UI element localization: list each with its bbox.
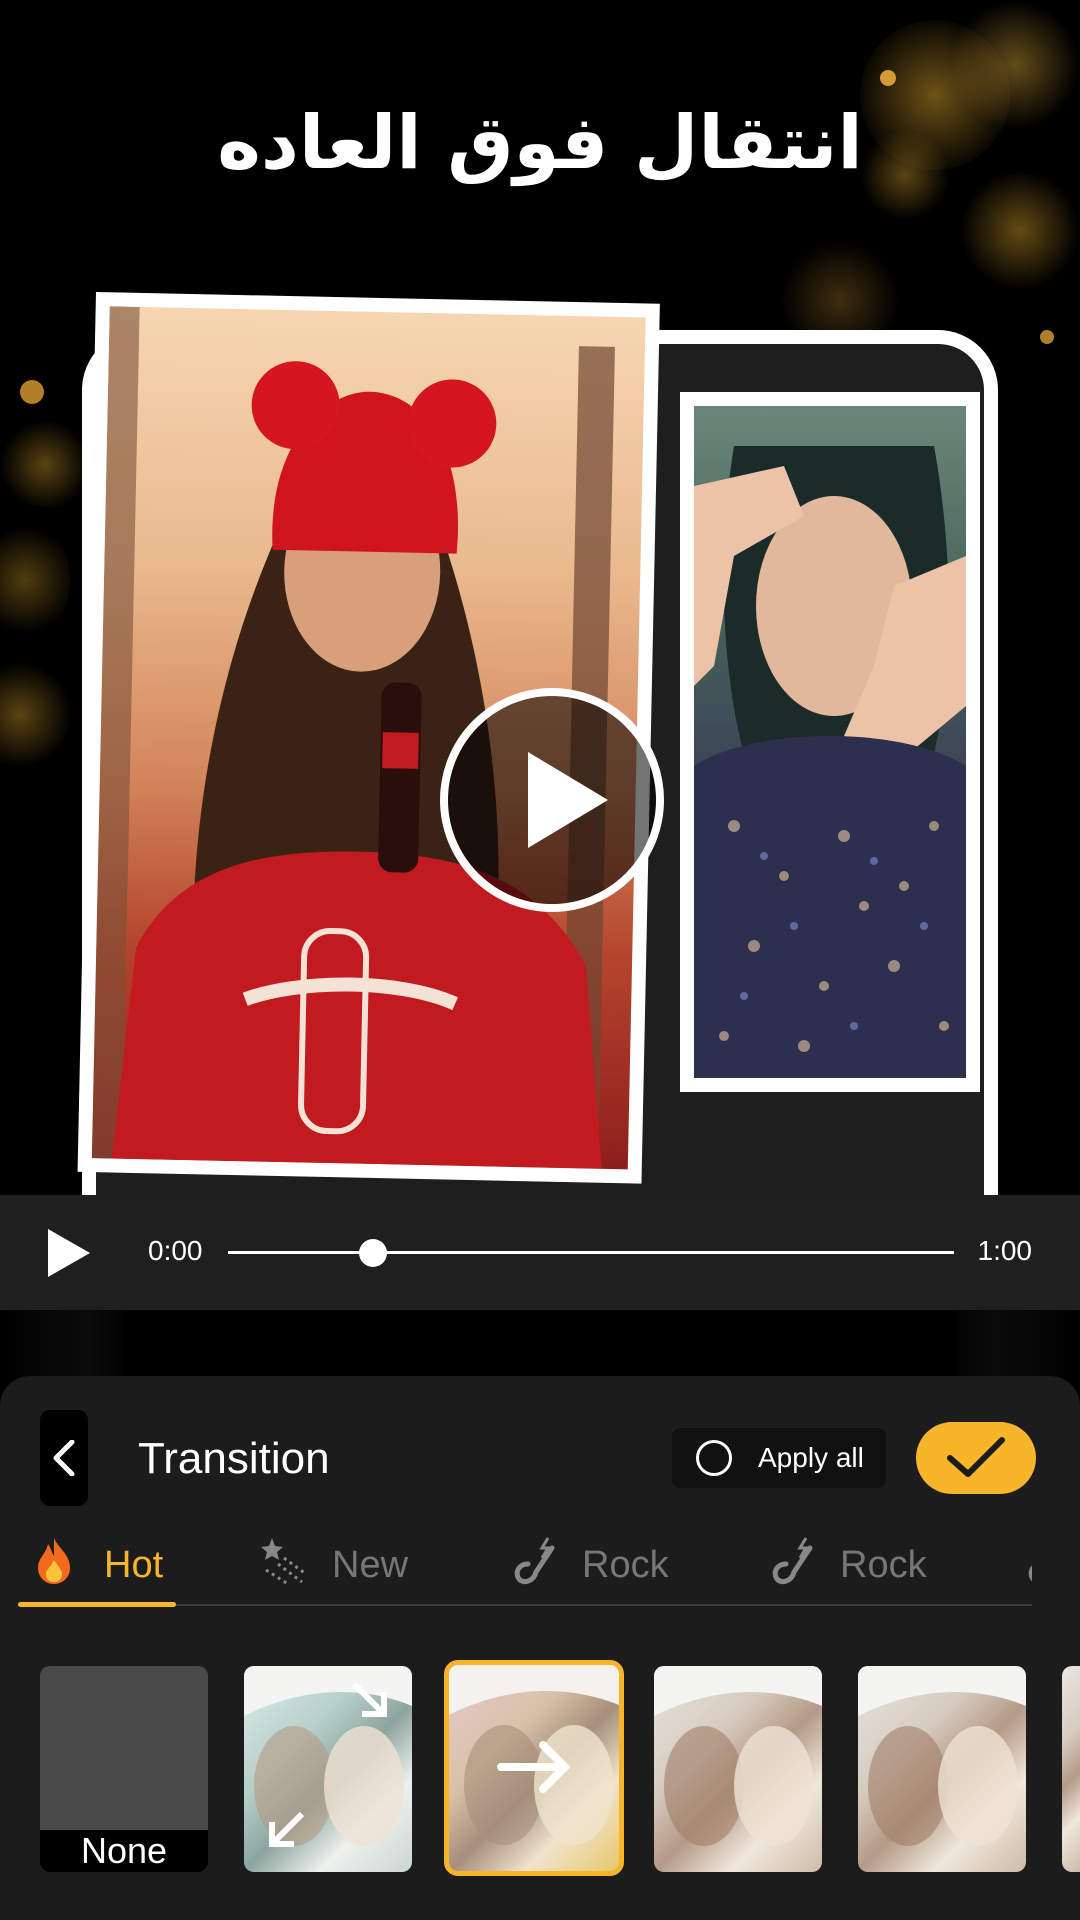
play-icon bbox=[528, 752, 608, 848]
tab-label: Hot bbox=[104, 1544, 164, 1586]
tab-rock[interactable]: Rock bbox=[508, 1522, 688, 1606]
panel-title: Transition bbox=[138, 1434, 330, 1483]
seek-handle[interactable] bbox=[359, 1239, 388, 1267]
transition-zoom-in[interactable] bbox=[244, 1666, 412, 1872]
none-label: None bbox=[40, 1830, 208, 1872]
electric-guitar-icon bbox=[772, 1537, 813, 1585]
transition-list: None bbox=[0, 1656, 1080, 1876]
promo-headline: انتقال فوق العاده bbox=[217, 100, 863, 186]
apply-all-label: Apply all bbox=[758, 1442, 864, 1473]
category-tabs: Hot New Rock Rock bbox=[18, 1522, 1032, 1607]
divider-area bbox=[0, 1310, 1080, 1376]
arrow-collapse-icon bbox=[351, 1681, 387, 1717]
seek-track[interactable] bbox=[228, 1251, 954, 1254]
confirm-button[interactable] bbox=[916, 1422, 1036, 1494]
transition-none[interactable]: None bbox=[40, 1666, 208, 1872]
tab-label: Rock bbox=[582, 1544, 669, 1586]
tab-more[interactable] bbox=[1022, 1522, 1032, 1606]
playback-bar: 0:00 1:00 bbox=[0, 1195, 1080, 1310]
tab-new[interactable]: New bbox=[258, 1522, 438, 1606]
transition-dissolve[interactable] bbox=[858, 1666, 1026, 1872]
bokeh-light bbox=[960, 170, 1080, 290]
photo-card-right bbox=[680, 392, 980, 1092]
chevron-left-icon bbox=[53, 1440, 75, 1476]
promo-preview: انتقال فوق العاده bbox=[0, 0, 1080, 1195]
preview-play-button[interactable] bbox=[440, 688, 664, 912]
electric-guitar-icon bbox=[1028, 1565, 1032, 1582]
apply-all-toggle[interactable]: Apply all bbox=[672, 1428, 886, 1488]
tab-label: Rock bbox=[840, 1544, 927, 1586]
photo-woman-hands-frame bbox=[694, 406, 966, 1078]
tab-label: New bbox=[332, 1544, 409, 1586]
duration-time: 1:00 bbox=[977, 1235, 1033, 1266]
back-button[interactable] bbox=[40, 1410, 88, 1506]
current-time: 0:00 bbox=[148, 1235, 203, 1266]
play-icon[interactable] bbox=[44, 1225, 94, 1281]
radio-unchecked-icon bbox=[696, 1440, 732, 1476]
fire-icon bbox=[38, 1538, 70, 1584]
sparkle-stars-icon bbox=[261, 1538, 307, 1586]
tab-rock-2[interactable]: Rock bbox=[766, 1522, 946, 1606]
bokeh-light bbox=[20, 380, 44, 404]
checkmark-icon bbox=[947, 1437, 1005, 1477]
transition-more[interactable] bbox=[1062, 1666, 1080, 1872]
transition-slide-right[interactable] bbox=[444, 1660, 624, 1876]
transition-panel: Transition Apply all Hot New Rock Rock N… bbox=[0, 1376, 1080, 1920]
tab-hot[interactable]: Hot bbox=[28, 1522, 178, 1606]
arrow-right-icon bbox=[497, 1741, 571, 1793]
bokeh-light bbox=[1040, 330, 1054, 344]
active-tab-indicator bbox=[18, 1602, 176, 1607]
bokeh-light bbox=[0, 660, 70, 770]
bokeh-light bbox=[880, 70, 896, 86]
arrow-expand-icon bbox=[269, 1811, 305, 1847]
bokeh-light bbox=[0, 420, 90, 510]
electric-guitar-icon bbox=[514, 1537, 555, 1585]
transition-fade[interactable] bbox=[654, 1666, 822, 1872]
bokeh-light bbox=[0, 520, 70, 640]
